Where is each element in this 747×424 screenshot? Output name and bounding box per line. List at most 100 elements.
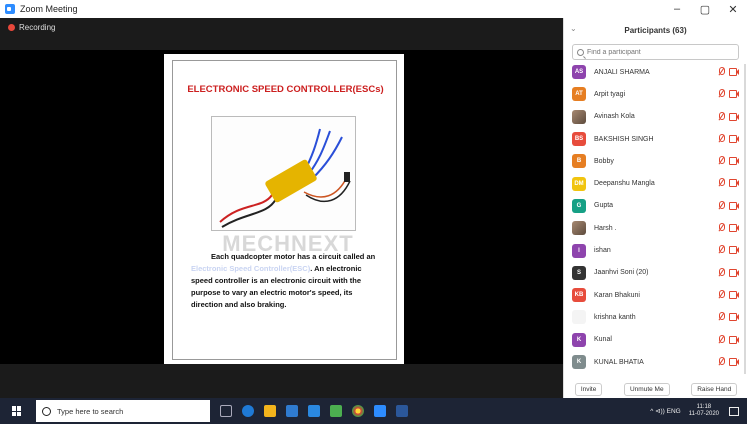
participant-row[interactable]: AT Arpit tyagi (564, 83, 747, 105)
search-input[interactable] (587, 48, 727, 56)
participant-status-icons (717, 356, 739, 367)
mic-muted-icon (717, 67, 725, 77)
raise-hand-button[interactable]: Raise Hand (691, 382, 738, 396)
avatar: BS (572, 132, 586, 147)
shared-slide: ELECTRONIC SPEED CONTROLLER(ESCs) MECHNE… (164, 54, 404, 366)
participant-name: krishna kanth (594, 313, 636, 321)
participant-status-icons (717, 245, 739, 255)
video-off-icon (729, 290, 739, 299)
participant-row[interactable]: S Jaanhvi Soni (20) (564, 262, 747, 284)
video-off-icon (729, 178, 739, 188)
tray-status[interactable]: ^ ⊲)) ENG (650, 407, 681, 415)
meeting-bottom-bar (0, 364, 563, 398)
participant-status-icons (717, 223, 739, 233)
participant-row[interactable]: AS ANJALI SHARMA (564, 61, 747, 83)
participant-row[interactable]: K KUNAL BHATIA (564, 351, 747, 373)
store-icon[interactable] (286, 405, 298, 417)
mic-muted-icon (717, 312, 725, 322)
participant-status-icons (717, 89, 739, 99)
window-titlebar: Zoom Meeting – ▢ ✕ (0, 0, 747, 18)
video-off-icon (729, 134, 739, 143)
mic-muted-icon (717, 111, 725, 122)
taskbar-search[interactable]: Type here to search (36, 400, 210, 422)
windows-taskbar: Type here to search ^ ⊲)) ENG 11:18 11-0… (0, 398, 747, 424)
avatar (572, 310, 586, 325)
participant-row[interactable]: KB Karan Bhakuni (564, 284, 747, 306)
invite-button[interactable]: Invite (574, 382, 603, 396)
unmute-button[interactable]: Unmute Me (623, 382, 670, 396)
photos-icon[interactable] (330, 405, 342, 417)
participant-name: Karan Bhakuni (594, 291, 640, 299)
mic-muted-icon (717, 178, 725, 188)
cortana-icon (42, 406, 51, 416)
slide-watermark: MECHNEXT (222, 231, 354, 256)
participant-row[interactable]: Avinash Kola (564, 106, 747, 128)
participant-name: KUNAL BHATIA (594, 358, 644, 366)
video-off-icon (729, 223, 739, 233)
participant-name: Arpit tyagi (594, 90, 626, 98)
avatar: KB (572, 288, 586, 303)
notification-icon[interactable] (729, 406, 739, 416)
mail-icon[interactable] (308, 405, 320, 417)
participant-name: Gupta (594, 202, 614, 210)
avatar: I (572, 243, 586, 258)
participant-status-icons (717, 312, 739, 322)
participant-row[interactable]: K Kunal (564, 329, 747, 351)
participant-name: ishan (594, 247, 611, 255)
participant-status-icons (717, 267, 739, 278)
maximize-button[interactable]: ▢ (691, 0, 719, 18)
participant-search[interactable] (572, 44, 739, 60)
slide-body-faded: Electronic Speed Controller(ESC) (191, 264, 311, 273)
participant-row[interactable]: BS BAKSHISH SINGH (564, 128, 747, 150)
panel-footer: Invite Unmute Me Raise Hand (564, 380, 747, 398)
record-icon (8, 24, 15, 31)
participant-name: Kunal (594, 336, 612, 344)
video-off-icon (729, 201, 739, 210)
avatar: S (572, 265, 586, 280)
participant-name: Harsh . (594, 224, 617, 232)
mic-muted-icon (717, 133, 725, 144)
participant-name: ANJALI SHARMA (594, 68, 650, 76)
esc-illustration (219, 128, 351, 228)
participant-row[interactable]: G Gupta (564, 195, 747, 217)
video-off-icon (729, 89, 739, 99)
mic-muted-icon (717, 156, 725, 166)
task-view-icon[interactable] (220, 405, 232, 417)
system-tray: ^ ⊲)) ENG 11:18 11-07-2020 (650, 398, 747, 424)
scrollbar[interactable] (744, 64, 746, 374)
participant-name: Jaanhvi Soni (20) (594, 269, 649, 277)
video-off-icon (729, 245, 739, 255)
zoom-taskbar-icon[interactable] (374, 405, 386, 417)
participant-row[interactable]: DM Deepanshu Mangla (564, 172, 747, 194)
word-icon[interactable] (396, 405, 408, 417)
recording-label: Recording (19, 23, 56, 32)
slide-frame: ELECTRONIC SPEED CONTROLLER(ESCs) MECHNE… (172, 60, 397, 360)
window-controls: – ▢ ✕ (663, 0, 747, 18)
participant-status-icons (717, 178, 739, 188)
mic-muted-icon (717, 200, 725, 211)
recording-indicator[interactable]: Recording (8, 23, 55, 32)
participant-row[interactable]: krishna kanth (564, 306, 747, 328)
participant-name: BAKSHISH SINGH (594, 135, 654, 143)
avatar: B (572, 154, 586, 169)
video-off-icon (729, 312, 739, 322)
taskbar-apps (220, 405, 408, 417)
clock-time: 11:18 (696, 404, 712, 410)
video-off-icon (729, 112, 739, 121)
minimize-button[interactable]: – (663, 0, 691, 18)
windows-start-icon[interactable] (12, 406, 22, 416)
chrome-icon[interactable] (352, 405, 364, 417)
participant-row[interactable]: Iishan (564, 239, 747, 261)
mic-muted-icon (717, 356, 725, 367)
participant-name: Deepanshu Mangla (594, 180, 655, 188)
chevron-down-icon[interactable]: ⌄ (570, 24, 577, 33)
slide-title: ELECTRONIC SPEED CONTROLLER(ESCs) (187, 84, 384, 95)
close-button[interactable]: ✕ (719, 0, 747, 18)
participant-row[interactable]: B Bobby (564, 150, 747, 172)
participant-row[interactable]: Harsh . (564, 217, 747, 239)
edge-icon[interactable] (242, 405, 254, 417)
participant-name: Avinash Kola (594, 113, 635, 121)
mic-muted-icon (717, 89, 725, 99)
clock[interactable]: 11:18 11-07-2020 (689, 404, 719, 418)
file-explorer-icon[interactable] (264, 405, 276, 417)
